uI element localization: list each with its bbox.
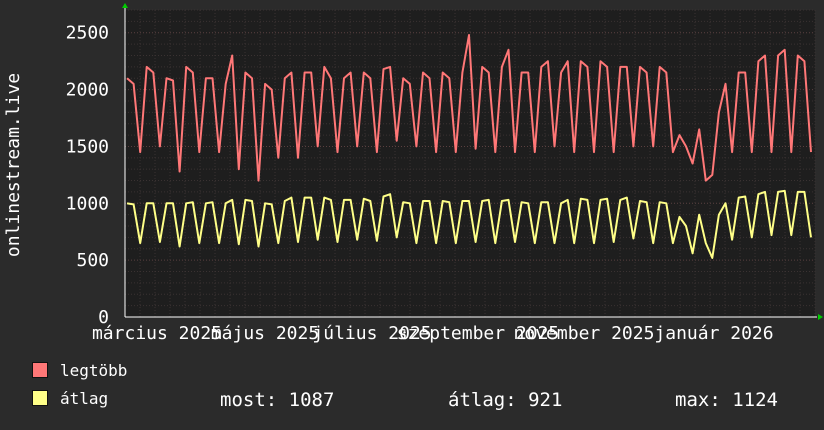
- stat-average: átlag: 921: [448, 389, 563, 411]
- legend-label-avg: átlag: [60, 389, 109, 408]
- x-tick-label: május 2025: [211, 323, 319, 344]
- x-axis-arrow: [818, 314, 823, 320]
- x-tick-label: március 2025: [92, 323, 222, 344]
- y-tick-label: 1000: [66, 193, 109, 214]
- y-axis-arrow: [122, 3, 128, 8]
- y-tick-label: 1500: [66, 136, 109, 157]
- legend-swatch-max: [32, 361, 48, 378]
- legend-item-avg: átlag: [32, 389, 108, 408]
- x-tick-label: november 2025: [514, 323, 655, 344]
- y-tick-label: 2000: [66, 80, 109, 101]
- y-tick-labels: 05001000150020002500: [66, 23, 109, 328]
- y-tick-label: 2500: [66, 23, 109, 44]
- stat-max: max: 1124: [675, 389, 778, 411]
- stat-current: most: 1087: [220, 389, 335, 411]
- y-tick-label: 500: [76, 250, 109, 271]
- x-tick-label: január 2026: [654, 323, 773, 344]
- y-axis-label: onlinestream.live: [3, 73, 24, 257]
- x-tick-labels: március 2025május 2025július 2025szeptem…: [92, 323, 774, 344]
- legend-item-max: legtöbb: [32, 361, 127, 380]
- legend-label-max: legtöbb: [60, 361, 128, 380]
- legend-swatch-avg: [32, 389, 48, 406]
- line-chart: 05001000150020002500 március 2025május 2…: [3, 3, 823, 344]
